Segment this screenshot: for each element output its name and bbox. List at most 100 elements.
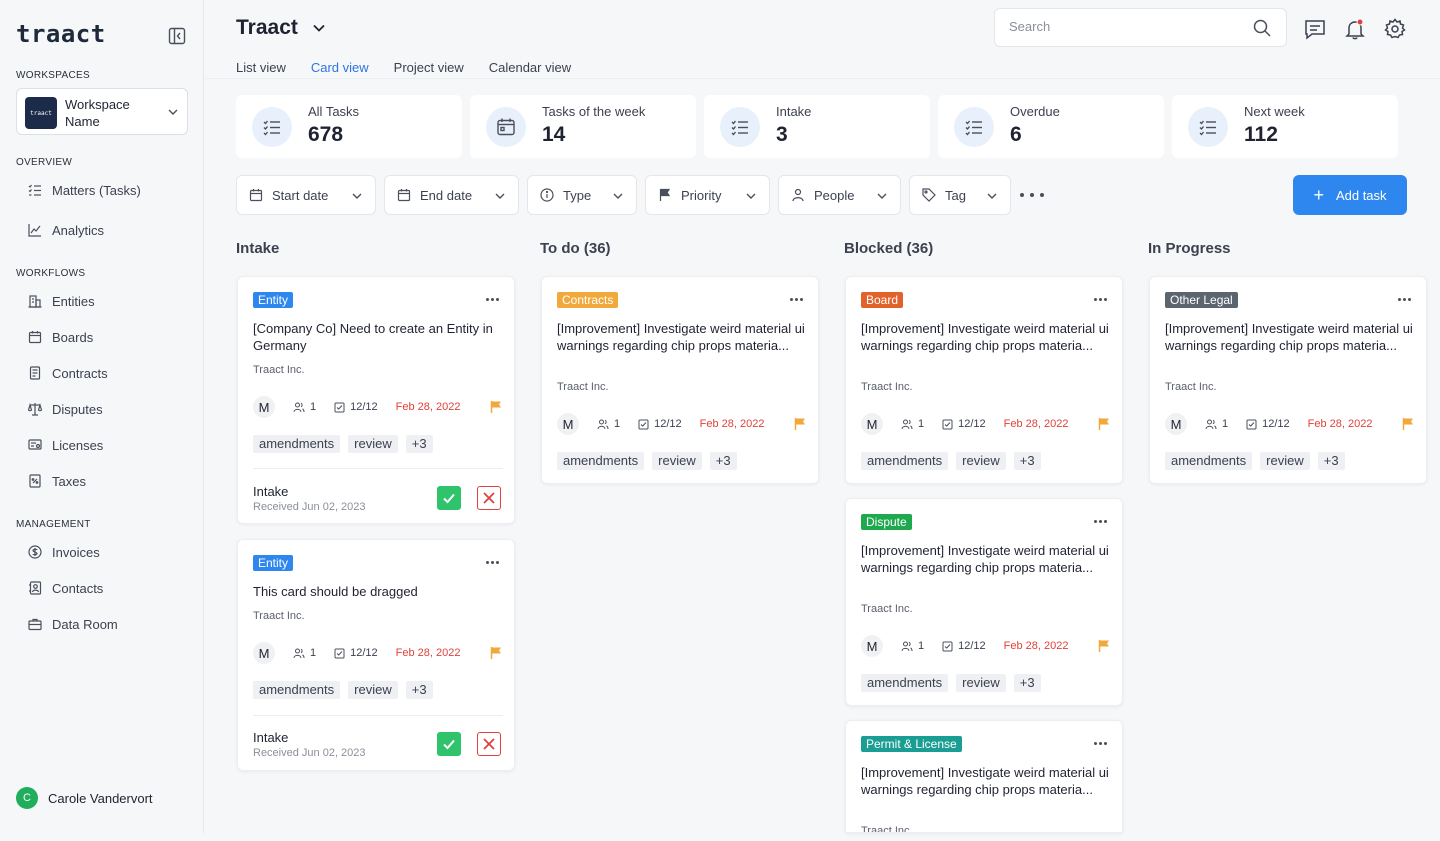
workflows-label: WORKFLOWS	[16, 268, 86, 279]
tag-chip[interactable]: amendments	[861, 674, 949, 692]
task-card[interactable]: Other Legal [Improvement] Investigate we…	[1149, 276, 1427, 484]
user-profile[interactable]: C Carole Vandervort	[16, 787, 153, 809]
filter-people[interactable]: People	[778, 175, 901, 215]
reject-button[interactable]	[477, 732, 501, 756]
task-card[interactable]: Permit & License [Improvement] Investiga…	[845, 720, 1123, 833]
chevron-down-icon	[987, 193, 997, 199]
tag-chip[interactable]: +3	[405, 435, 433, 453]
filter-tag[interactable]: Tag	[909, 175, 1011, 215]
checklist-value: 12/12	[958, 418, 986, 430]
assignee-avatar[interactable]: M	[557, 413, 579, 435]
stat-all-tasks[interactable]: All Tasks 678	[236, 95, 462, 158]
sidebar-item-contacts[interactable]: Contacts	[28, 578, 103, 598]
task-card[interactable]: Board [Improvement] Investigate weird ma…	[845, 276, 1123, 484]
tag-chip[interactable]: amendments	[861, 452, 949, 470]
search-input[interactable]	[1009, 19, 1229, 34]
chat-icon[interactable]	[1304, 18, 1326, 40]
sidebar-item-entities[interactable]: Entities	[28, 291, 95, 311]
stat-intake[interactable]: Intake 3	[704, 95, 930, 158]
card-menu-icon[interactable]	[1094, 742, 1107, 745]
tag-chip[interactable]: review	[956, 452, 1006, 470]
sidebar-item-matters[interactable]: Matters (Tasks)	[28, 180, 141, 200]
stat-overdue[interactable]: Overdue 6	[938, 95, 1164, 158]
tag-chip[interactable]: amendments	[253, 435, 341, 453]
task-card[interactable]: Entity This card should be dragged Traac…	[237, 539, 515, 771]
app-logo[interactable]: traact	[16, 20, 106, 48]
tag-chip[interactable]: review	[956, 674, 1006, 692]
tag-chip[interactable]: +3	[1013, 674, 1041, 692]
column-title-in-progress: In Progress	[1148, 240, 1231, 257]
task-card[interactable]: Dispute [Improvement] Investigate weird …	[845, 498, 1123, 706]
page-title-dropdown[interactable]: Traact	[236, 16, 326, 40]
flag-icon[interactable]	[489, 400, 503, 414]
sidebar-item-analytics[interactable]: Analytics	[28, 220, 104, 240]
card-title: [Improvement] Investigate weird material…	[1165, 321, 1413, 353]
card-menu-icon[interactable]	[486, 561, 499, 564]
tag-chip[interactable]: review	[348, 681, 398, 699]
check-icon	[443, 493, 455, 504]
assignee-avatar[interactable]: M	[253, 642, 275, 664]
filter-priority[interactable]: Priority	[645, 175, 770, 215]
sidebar-item-contracts[interactable]: Contracts	[28, 363, 108, 383]
tag-chip[interactable]: +3	[1013, 452, 1041, 470]
more-filters-icon[interactable]	[1020, 185, 1044, 205]
tag-chip[interactable]: review	[1260, 452, 1310, 470]
sidebar-item-disputes[interactable]: Disputes	[28, 399, 103, 419]
reject-button[interactable]	[477, 486, 501, 510]
sidebar-item-label: Contacts	[52, 580, 104, 596]
flag-icon[interactable]	[793, 417, 807, 431]
card-menu-icon[interactable]	[790, 298, 803, 301]
tag-chip[interactable]: review	[348, 435, 398, 453]
sidebar-item-label: Licenses	[52, 437, 104, 453]
sidebar-item-invoices[interactable]: Invoices	[28, 542, 100, 562]
task-card[interactable]: Contracts [Improvement] Investigate weir…	[541, 276, 819, 484]
sidebar-item-boards[interactable]: Boards	[28, 327, 93, 347]
collapse-sidebar-icon[interactable]	[168, 27, 186, 45]
card-menu-icon[interactable]	[1094, 520, 1107, 523]
workspace-selector[interactable]: traact Workspace Name	[16, 88, 188, 135]
tab-calendar-view[interactable]: Calendar view	[489, 60, 571, 79]
filter-type[interactable]: Type	[527, 175, 637, 215]
sidebar-item-label: Entities	[52, 293, 95, 309]
people-count: 1	[901, 418, 924, 430]
card-menu-icon[interactable]	[1398, 298, 1411, 301]
flag-icon[interactable]	[489, 646, 503, 660]
type-badge: Contracts	[557, 292, 619, 308]
assignee-avatar[interactable]: M	[1165, 413, 1187, 435]
task-card[interactable]: Entity [Company Co] Need to create an En…	[237, 276, 515, 524]
tab-project-view[interactable]: Project view	[394, 60, 464, 79]
type-badge: Entity	[253, 555, 294, 571]
add-task-button[interactable]: + Add task	[1293, 175, 1407, 215]
assignee-avatar[interactable]: M	[253, 396, 275, 418]
tab-card-view[interactable]: Card view	[310, 60, 369, 79]
tag-chip[interactable]: amendments	[253, 681, 341, 699]
card-title: [Improvement] Investigate weird material…	[861, 543, 1109, 575]
flag-icon[interactable]	[1401, 417, 1415, 431]
tag-chip[interactable]: amendments	[1165, 452, 1253, 470]
filter-end-date[interactable]: End date	[384, 175, 519, 215]
tab-list-view[interactable]: List view	[236, 60, 286, 79]
assignee-avatar[interactable]: M	[861, 635, 883, 657]
sidebar-item-data-room[interactable]: Data Room	[28, 614, 118, 634]
accept-button[interactable]	[437, 732, 461, 756]
tag-chip[interactable]: review	[652, 452, 702, 470]
card-menu-icon[interactable]	[486, 298, 499, 301]
tag-chip[interactable]: amendments	[557, 452, 645, 470]
stat-tasks-of-week[interactable]: Tasks of the week 14	[470, 95, 696, 158]
stat-label: Intake	[776, 104, 812, 119]
flag-icon[interactable]	[1097, 417, 1111, 431]
assignee-avatar[interactable]: M	[861, 413, 883, 435]
sidebar-item-licenses[interactable]: Licenses	[28, 435, 103, 455]
card-menu-icon[interactable]	[1094, 298, 1107, 301]
gear-icon[interactable]	[1384, 18, 1406, 40]
filter-start-date[interactable]: Start date	[236, 175, 376, 215]
search-icon[interactable]	[1253, 19, 1271, 37]
flag-icon[interactable]	[1097, 639, 1111, 653]
stat-next-week[interactable]: Next week 112	[1172, 95, 1398, 158]
bell-icon[interactable]	[1344, 18, 1366, 40]
sidebar-item-taxes[interactable]: Taxes	[28, 471, 86, 491]
tag-chip[interactable]: +3	[1317, 452, 1345, 470]
tag-chip[interactable]: +3	[405, 681, 433, 699]
accept-button[interactable]	[437, 486, 461, 510]
tag-chip[interactable]: +3	[709, 452, 737, 470]
